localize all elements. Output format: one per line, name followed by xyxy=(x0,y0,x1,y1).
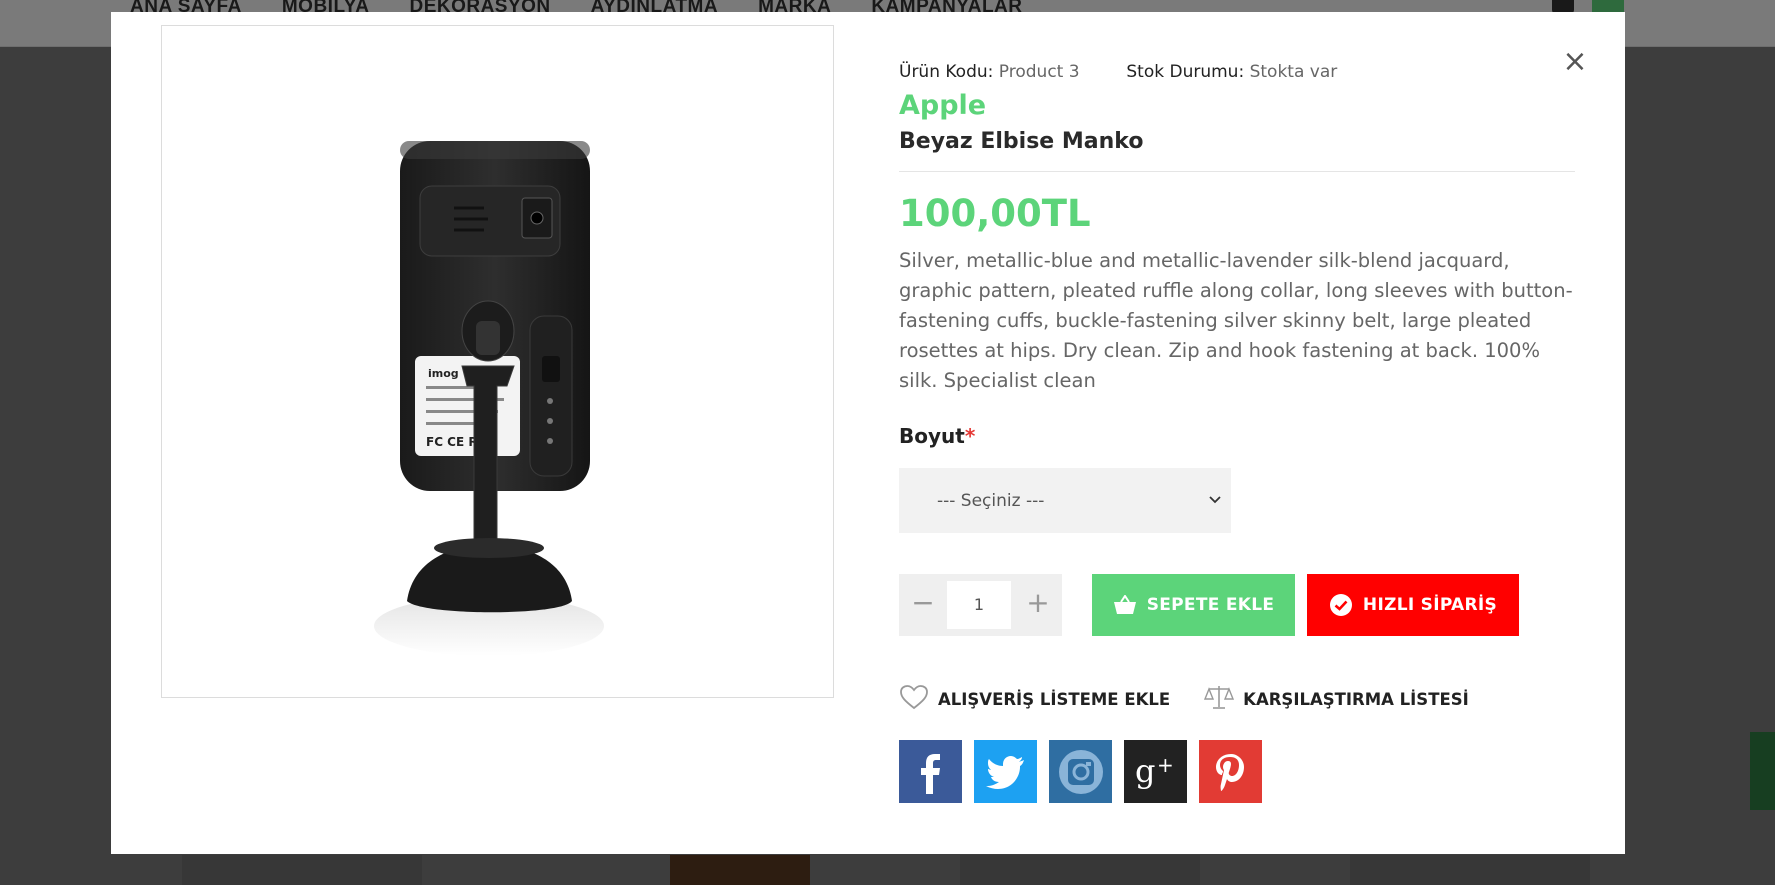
secondary-actions: ALIŞVERİŞ LİSTEME EKLE KARŞILAŞTIRMA LİS… xyxy=(899,684,1469,714)
add-to-cart-label: SEPETE EKLE xyxy=(1146,595,1275,615)
size-option-label-text: Boyut xyxy=(899,424,965,448)
chevron-down-icon xyxy=(1209,492,1221,508)
product-meta: Ürün Kodu: Product 3 Stok Durumu: Stokta… xyxy=(899,62,1337,82)
size-select[interactable]: --- Seçiniz --- xyxy=(899,468,1231,533)
divider xyxy=(899,171,1575,172)
wishlist-label: ALIŞVERİŞ LİSTEME EKLE xyxy=(938,689,1171,709)
close-button[interactable]: × xyxy=(1561,47,1589,77)
size-option-label: Boyut* xyxy=(899,424,975,448)
quantity-input[interactable]: 1 xyxy=(947,581,1011,629)
svg-text:g: g xyxy=(1135,752,1155,790)
check-circle-icon xyxy=(1329,593,1353,617)
quick-view-modal: imog FC CE R × Ürün Kodu: Product 3 Stok… xyxy=(111,12,1625,854)
twitter-icon xyxy=(985,755,1024,789)
compare-link[interactable]: KARŞILAŞTIRMA LİSTESİ xyxy=(1204,684,1469,714)
social-share: g + xyxy=(899,740,1262,803)
product-price: 100,00TL xyxy=(899,192,1091,235)
product-title: Beyaz Elbise Manko xyxy=(899,129,1144,154)
product-image: imog FC CE R xyxy=(161,25,834,698)
google-plus-share-button[interactable]: g + xyxy=(1124,740,1187,803)
scale-icon xyxy=(1204,684,1235,714)
required-mark: * xyxy=(964,424,976,448)
size-select-value: --- Seçiniz --- xyxy=(937,490,1045,511)
product-brand[interactable]: Apple xyxy=(899,90,986,121)
compare-label: KARŞILAŞTIRMA LİSTESİ xyxy=(1243,689,1469,709)
add-to-wishlist-link[interactable]: ALIŞVERİŞ LİSTEME EKLE xyxy=(899,684,1170,714)
pinterest-share-button[interactable] xyxy=(1199,740,1262,803)
camera-product-illustration: imog FC CE R xyxy=(374,141,604,656)
quick-order-button[interactable]: HIZLI SİPARİŞ xyxy=(1307,574,1519,636)
pinterest-icon xyxy=(1215,753,1244,791)
basket-icon xyxy=(1113,595,1137,615)
svg-text:imog: imog xyxy=(428,367,459,380)
facebook-share-button[interactable] xyxy=(899,740,962,803)
quick-order-label: HIZLI SİPARİŞ xyxy=(1362,595,1498,615)
instagram-icon xyxy=(1058,749,1103,794)
product-description: Silver, metallic-blue and metallic-laven… xyxy=(899,249,1573,392)
product-code-value: Product 3 xyxy=(998,62,1080,82)
svg-text:+: + xyxy=(1157,753,1174,777)
heart-icon xyxy=(899,684,929,714)
quantity-decrease-button[interactable]: − xyxy=(899,574,947,636)
twitter-share-button[interactable] xyxy=(974,740,1037,803)
facebook-icon xyxy=(920,753,940,794)
product-code-label: Ürün Kodu: xyxy=(899,62,994,82)
quantity-increase-button[interactable]: + xyxy=(1014,574,1062,636)
instagram-share-button[interactable] xyxy=(1049,740,1112,803)
stock-value: Stokta var xyxy=(1249,62,1338,82)
svg-text:FC CE R: FC CE R xyxy=(426,435,478,449)
google-plus-icon: g + xyxy=(1135,752,1174,790)
add-to-cart-button[interactable]: SEPETE EKLE xyxy=(1092,574,1295,636)
stock-label: Stok Durumu: xyxy=(1126,62,1245,82)
quantity-stepper: − 1 + xyxy=(899,574,1062,636)
